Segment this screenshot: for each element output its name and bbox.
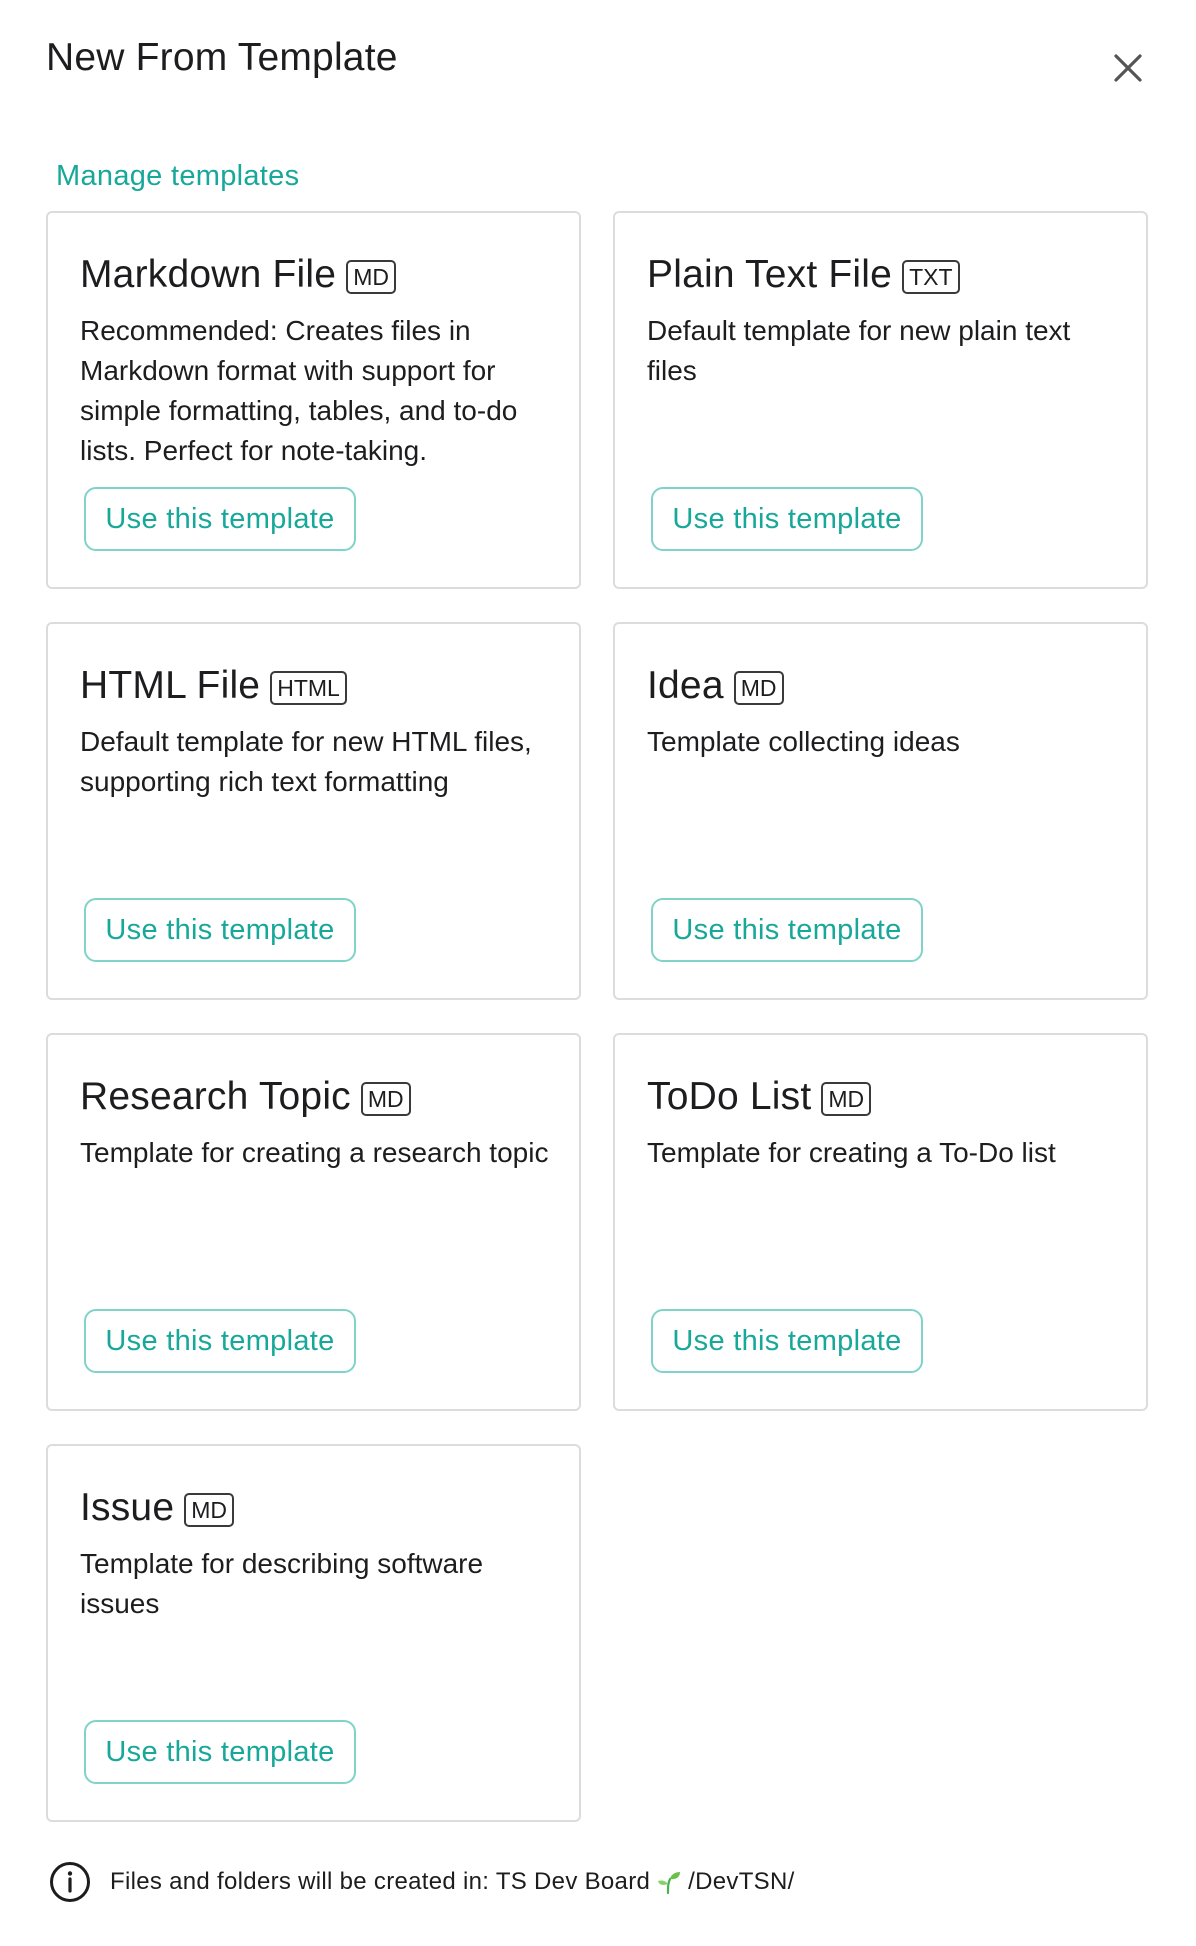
template-card-markdown-file: Markdown File MD Recommended: Creates fi… <box>46 211 581 589</box>
use-template-button-todo-list[interactable]: Use this template <box>651 1309 923 1373</box>
use-template-button-issue[interactable]: Use this template <box>84 1720 356 1784</box>
use-template-button-idea[interactable]: Use this template <box>651 898 923 962</box>
card-description: Default template for new HTML files, sup… <box>80 726 532 797</box>
card-description: Template collecting ideas <box>647 726 960 757</box>
card-header: Markdown File MD <box>80 253 396 297</box>
new-from-template-dialog: New From Template Manage templates Markd… <box>0 0 1196 1946</box>
template-card-plain-text-file: Plain Text File TXT Default template for… <box>613 211 1148 589</box>
card-description: Template for describing software issues <box>80 1548 484 1619</box>
info-icon <box>48 1860 92 1904</box>
manage-templates-link[interactable]: Manage templates <box>56 160 299 193</box>
file-type-badge: HTML <box>270 671 347 705</box>
location-info: Files and folders will be created in: TS… <box>48 1860 795 1904</box>
use-template-button-markdown-file[interactable]: Use this template <box>84 487 356 551</box>
card-title: Idea <box>647 664 724 707</box>
template-grid: Markdown File MD Recommended: Creates fi… <box>46 211 1148 1822</box>
use-template-button-plain-text-file[interactable]: Use this template <box>651 487 923 551</box>
use-template-button-html-file[interactable]: Use this template <box>84 898 356 962</box>
file-type-badge: MD <box>184 1493 234 1527</box>
card-title: Issue <box>80 1486 175 1529</box>
card-title: Research Topic <box>80 1075 351 1118</box>
card-title: HTML File <box>80 664 261 707</box>
file-type-badge: MD <box>346 260 396 294</box>
card-header: Plain Text File TXT <box>647 253 960 297</box>
card-title: Markdown File <box>80 253 337 296</box>
location-path: /DevTSN/ <box>688 1868 795 1895</box>
template-card-issue: Issue MD Template for describing softwar… <box>46 1444 581 1822</box>
card-title: Plain Text File <box>647 253 893 296</box>
template-card-idea: Idea MD Template collecting ideas Use th… <box>613 622 1148 1000</box>
card-description: Recommended: Creates files in Markdown f… <box>80 315 518 466</box>
close-button[interactable] <box>1104 44 1152 92</box>
file-type-badge: MD <box>360 1082 411 1116</box>
card-header: Idea MD <box>647 664 784 708</box>
sprout-icon <box>656 1869 682 1895</box>
location-text: Files and folders will be created in: TS… <box>110 1868 795 1896</box>
card-description: Default template for new plain text file… <box>647 315 1071 386</box>
location-prefix: Files and folders will be created in: TS… <box>110 1868 651 1895</box>
close-icon <box>1114 54 1142 82</box>
card-title: ToDo List <box>647 1075 812 1118</box>
template-card-html-file: HTML File HTML Default template for new … <box>46 622 581 1000</box>
card-header: Issue MD <box>80 1486 234 1530</box>
file-type-badge: TXT <box>902 260 960 294</box>
card-header: Research Topic MD <box>80 1075 411 1119</box>
template-card-research-topic: Research Topic MD Template for creating … <box>46 1033 581 1411</box>
card-description: Template for creating a research topic <box>80 1137 549 1168</box>
dialog-title: New From Template <box>46 36 398 79</box>
use-template-button-research-topic[interactable]: Use this template <box>84 1309 356 1373</box>
card-header: HTML File HTML <box>80 664 347 708</box>
template-card-todo-list: ToDo List MD Template for creating a To-… <box>613 1033 1148 1411</box>
card-header: ToDo List MD <box>647 1075 872 1119</box>
file-type-badge: MD <box>733 671 784 705</box>
file-type-badge: MD <box>821 1082 872 1116</box>
card-description: Template for creating a To-Do list <box>647 1137 1056 1168</box>
